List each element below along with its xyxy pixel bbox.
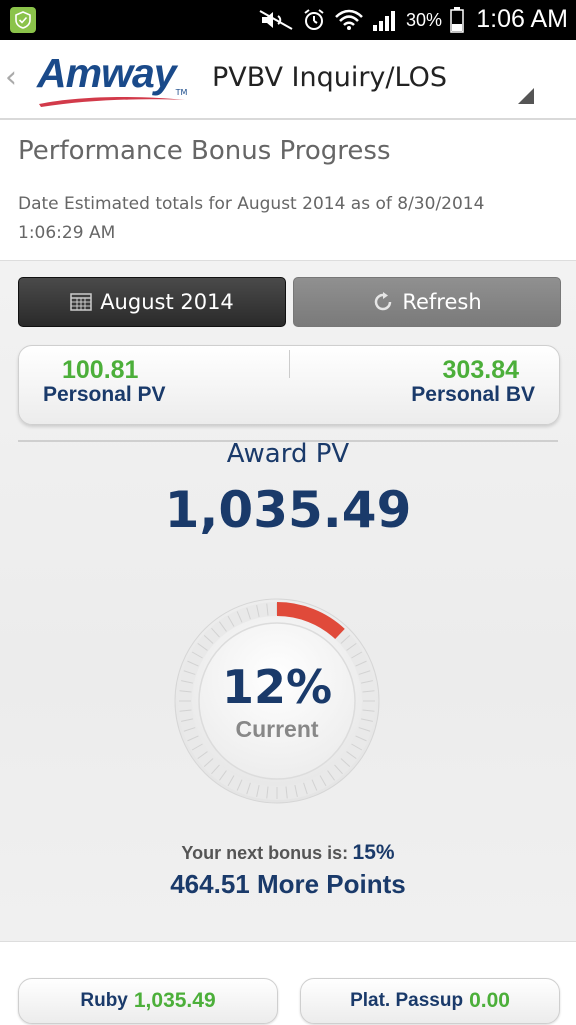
date-estimate-text: Date Estimated totals for August 2014 as…: [18, 194, 485, 243]
status-icons: 30%: [258, 7, 464, 33]
app-notification-icon: [10, 7, 36, 33]
plat-passup-value: 0.00: [469, 989, 510, 1012]
section-header: Performance Bonus Progress Date Estimate…: [0, 120, 576, 261]
logo-wordmark: Amway: [37, 50, 177, 96]
mute-icon: [259, 10, 293, 30]
personal-bv-label: Personal BV: [411, 383, 535, 406]
wifi-icon: [335, 9, 363, 30]
progress-panel: August 2014 Refresh 100.81 Personal PV 3…: [0, 261, 576, 941]
ruby-pill[interactable]: Ruby 1,035.49: [18, 978, 278, 1024]
ruby-label: Ruby: [80, 990, 128, 1011]
action-bar: ‹ AmwayTM PVBV Inquiry/LOS: [0, 40, 576, 120]
card-divider: [289, 350, 290, 378]
refresh-button-label: Refresh: [402, 290, 482, 314]
status-bar: 30% 1:06 AM: [0, 0, 576, 40]
page-title: Performance Bonus Progress: [18, 136, 391, 166]
next-bonus-label: Your next bonus is:: [181, 843, 349, 863]
personal-pv-label: Personal PV: [43, 383, 166, 406]
screen-title: PVBV Inquiry/LOS: [212, 62, 447, 93]
signal-icon: [373, 11, 395, 31]
bottom-summary: Ruby 1,035.49 Plat. Passup 0.00: [0, 941, 576, 1025]
personal-pv-value: 100.81: [62, 356, 139, 384]
next-bonus-line: Your next bonus is: 15%: [0, 841, 576, 865]
battery-percent: 30%: [406, 9, 443, 30]
next-bonus-value: 15%: [352, 841, 395, 864]
dial-percent: 12%: [221, 660, 333, 714]
award-pv-label: Award PV: [226, 439, 350, 469]
refresh-icon: [375, 292, 392, 311]
amway-logo[interactable]: AmwayTM: [37, 50, 187, 107]
dial-caption: Current: [235, 716, 319, 742]
bonus-progress-dial: 12% Current: [172, 596, 382, 806]
plat-passup-label: Plat. Passup: [350, 990, 464, 1011]
month-picker-button[interactable]: August 2014: [18, 277, 286, 327]
award-pv-value: 1,035.49: [164, 481, 412, 539]
plat-passup-pill[interactable]: Plat. Passup 0.00: [300, 978, 560, 1024]
calendar-icon: [70, 293, 92, 311]
back-chevron-icon[interactable]: ‹: [5, 60, 17, 95]
logo-swoosh: [39, 96, 185, 107]
more-points-text: 464.51 More Points: [170, 869, 406, 899]
ruby-value: 1,035.49: [133, 989, 216, 1012]
alarm-icon: [304, 9, 324, 30]
battery-icon: [450, 7, 464, 33]
clock: 1:06 AM: [476, 5, 568, 33]
personal-bv-value: 303.84: [442, 356, 519, 384]
month-button-label: August 2014: [100, 290, 234, 314]
spinner-arrow-icon[interactable]: [518, 88, 534, 104]
personal-pvbv-card: 100.81 Personal PV 303.84 Personal BV: [18, 345, 560, 425]
refresh-button[interactable]: Refresh: [293, 277, 561, 327]
